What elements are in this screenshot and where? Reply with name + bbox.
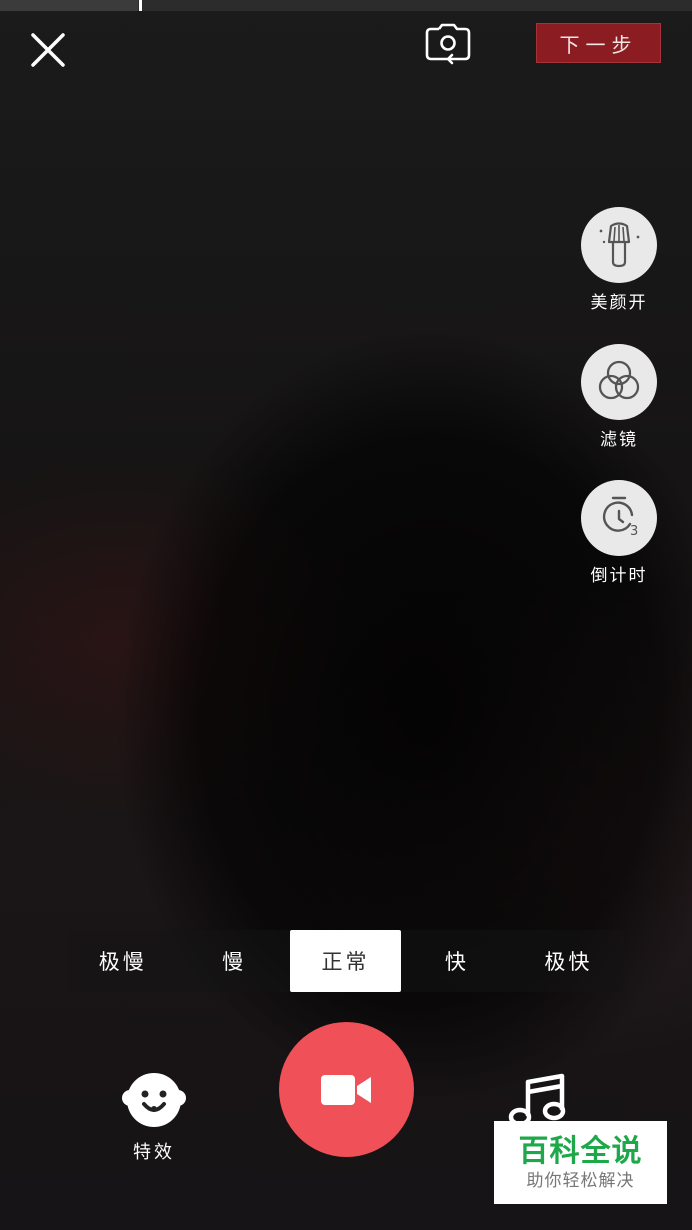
face-icon [122,1073,186,1127]
watermark-subtitle: 助你轻松解决 [526,1170,635,1191]
record-progress-fill [0,0,139,11]
music-note-icon [508,1073,566,1126]
camera-flip-button[interactable] [422,20,474,70]
watermark-logo: 百科全说 助你轻松解决 [494,1121,667,1204]
effects-button[interactable]: 特效 [114,1068,194,1164]
countdown-button[interactable]: 3 [581,480,657,556]
svg-text:3: 3 [630,524,638,539]
close-icon [31,33,65,67]
countdown-label: 倒计时 [590,566,648,586]
speed-very-slow[interactable]: 极慢 [67,930,178,992]
record-progress-bar [0,0,692,11]
record-progress-cursor [139,0,142,11]
speed-fast[interactable]: 快 [401,930,512,992]
video-camera-icon [320,1074,371,1105]
beauty-label: 美颜开 [590,293,648,313]
camera-flip-icon [425,23,471,65]
next-step-button[interactable]: 下一步 [536,23,661,63]
filter-button[interactable] [581,344,657,420]
beauty-button[interactable] [581,207,657,283]
filter-toggle[interactable]: 滤镜 [580,344,658,450]
speed-selector: 极慢 慢 正常 快 极快 [67,930,624,992]
beauty-brush-icon [599,222,640,268]
record-button[interactable] [279,1022,414,1157]
effects-label: 特效 [133,1142,175,1163]
speed-very-fast[interactable]: 极快 [513,930,624,992]
countdown-toggle[interactable]: 3 倒计时 [580,480,658,586]
filter-label: 滤镜 [600,430,638,450]
timer-3-icon: 3 [602,496,638,539]
close-button[interactable] [26,28,70,72]
filter-circles-icon [598,360,640,400]
speed-slow[interactable]: 慢 [178,930,289,992]
watermark-title: 百科全说 [518,1133,643,1169]
beauty-toggle[interactable]: 美颜开 [580,207,658,313]
speed-normal[interactable]: 正常 [289,930,402,992]
